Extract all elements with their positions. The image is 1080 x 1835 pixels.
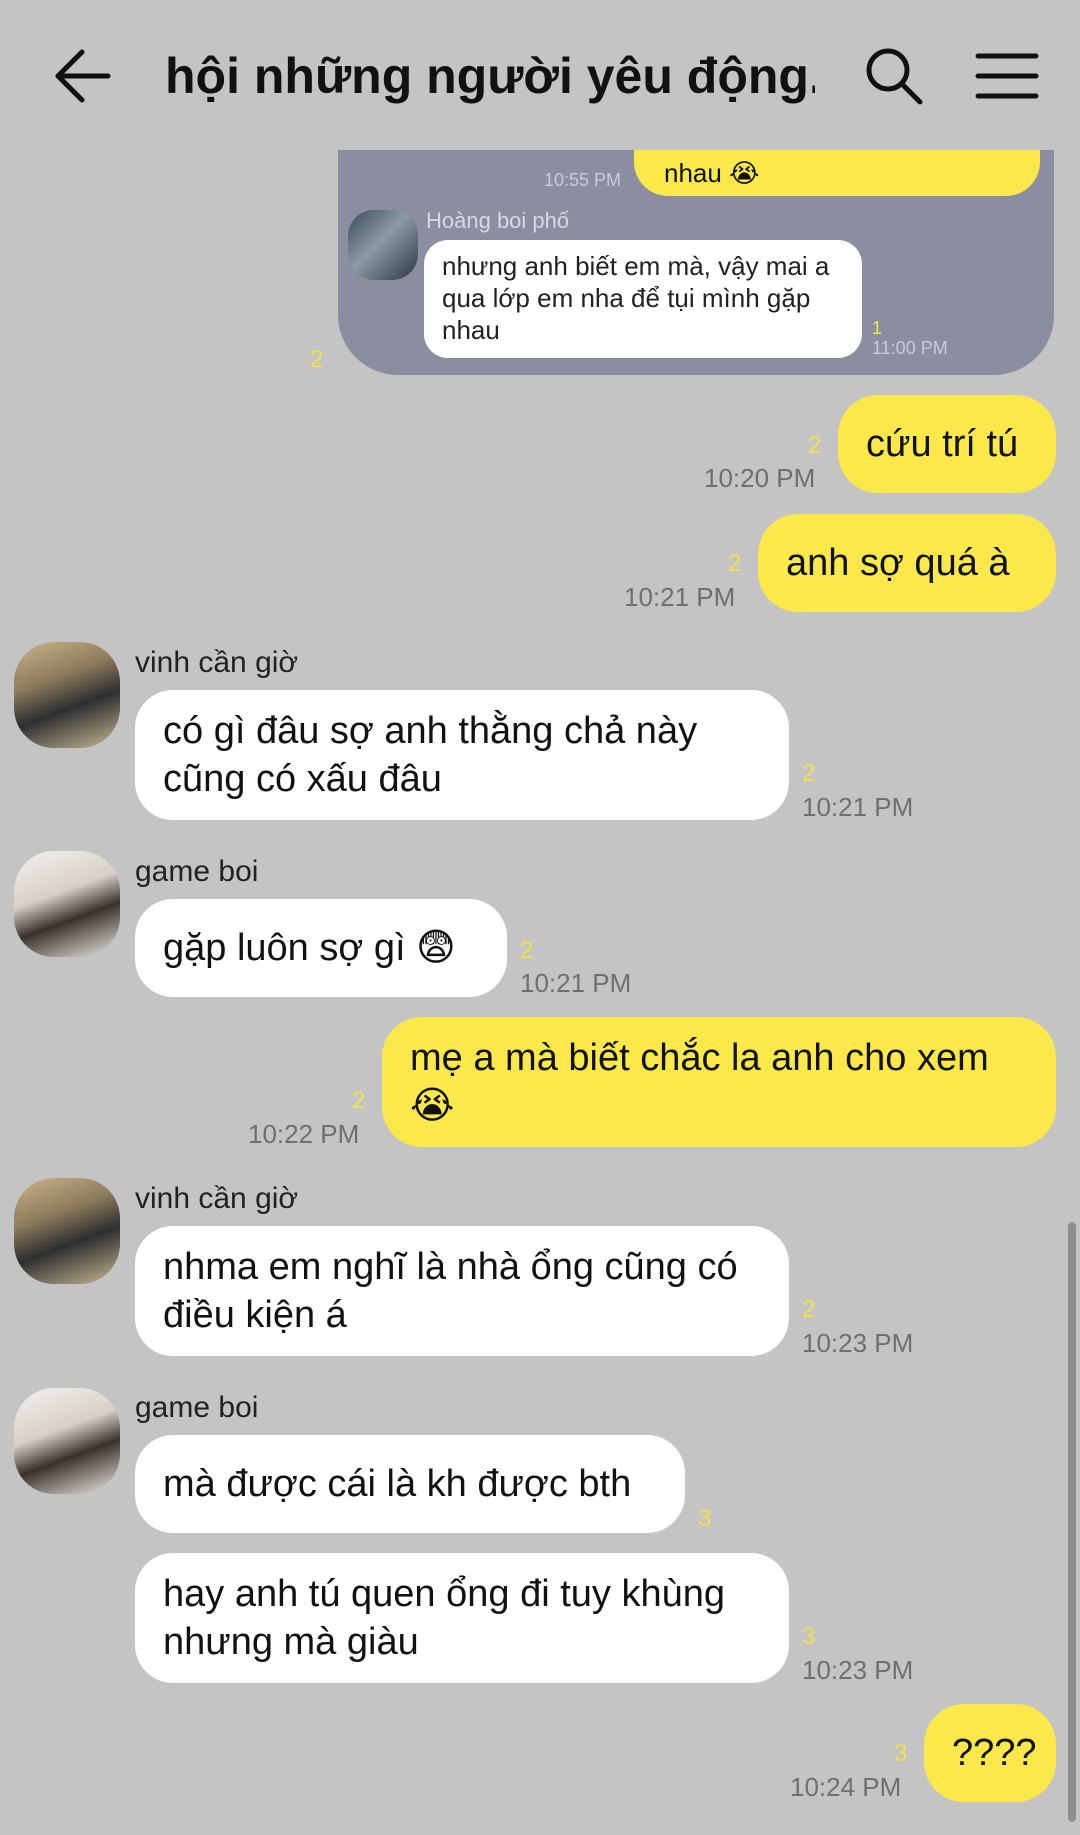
unread-count: 2 (802, 1296, 816, 1323)
incoming-message-bubble[interactable]: có gì đâu sợ anh thằng chả này cũng có x… (135, 690, 789, 820)
message-time: 10:24 PM (790, 1772, 902, 1802)
scrollbar[interactable] (1068, 1222, 1076, 1822)
incoming-message-bubble[interactable]: mà được cái là kh được bth (135, 1435, 685, 1533)
arrow-left-icon (55, 49, 111, 103)
back-button[interactable] (48, 44, 118, 108)
unread-count: 3 (894, 1740, 908, 1767)
incoming-message-bubble[interactable]: gặp luôn sợ gì 😨 (135, 899, 507, 997)
avatar[interactable] (14, 642, 120, 748)
outgoing-message-bubble[interactable]: ???? (924, 1704, 1056, 1802)
quoted-unread-count: 1 (872, 318, 883, 338)
message-time: 10:22 PM (248, 1119, 360, 1149)
message-text: hay anh tú quen ổng đi tuy khùng nhưng m… (163, 1573, 726, 1663)
message-time: 10:21 PM (520, 968, 632, 998)
message-time: 10:20 PM (704, 463, 816, 493)
message-text: ???? (952, 1732, 1037, 1774)
avatar[interactable] (14, 851, 120, 957)
avatar (348, 210, 418, 280)
message-text: nhma em nghĩ là nhà ổng cũng có điều kiệ… (163, 1246, 738, 1336)
quoted-previous-time: 10:55 PM (544, 170, 622, 190)
message-text: mẹ a mà biết chắc la anh cho xem 😭 (410, 1037, 989, 1127)
quoted-bubble: nhưng anh biết em mà, vậy mai a qua lớp … (424, 240, 862, 358)
message-text: có gì đâu sợ anh thằng chả này cũng có x… (163, 710, 698, 800)
quoted-time: 11:00 PM (872, 338, 948, 358)
message-time: 10:21 PM (802, 792, 914, 822)
unread-count: 2 (808, 432, 822, 459)
message-text: cứu trí tú (866, 423, 1019, 465)
message-time: 10:21 PM (624, 582, 736, 612)
quoted-previous-bubble: nhau 😭 (634, 150, 1040, 196)
unread-count: 2 (728, 550, 742, 577)
hamburger-menu-icon (975, 53, 1039, 99)
search-icon (866, 48, 923, 105)
unread-count: 3 (698, 1505, 712, 1532)
unread-count: 2 (802, 760, 816, 787)
message-text: anh sợ quá à (786, 542, 1010, 584)
message-time: 10:23 PM (802, 1655, 914, 1685)
message-text: gặp luôn sợ gì 😨 (163, 927, 456, 969)
avatar[interactable] (14, 1388, 120, 1494)
search-button[interactable] (862, 44, 926, 108)
unread-count: 3 (802, 1623, 816, 1650)
chat-title: hội những người yêu động... (165, 48, 815, 104)
sender-name: game boi (135, 1391, 259, 1424)
incoming-message-bubble[interactable]: hay anh tú quen ổng đi tuy khùng nhưng m… (135, 1553, 789, 1683)
outgoing-message-bubble[interactable]: cứu trí tú (838, 395, 1056, 493)
outgoing-message-bubble[interactable]: anh sợ quá à (758, 514, 1056, 612)
incoming-message-bubble[interactable]: nhma em nghĩ là nhà ổng cũng có điều kiệ… (135, 1226, 789, 1356)
quoted-sender-name: Hoàng boi phố (426, 208, 570, 233)
outgoing-message-bubble[interactable]: mẹ a mà biết chắc la anh cho xem 😭 (382, 1017, 1056, 1147)
message-text: mà được cái là kh được bth (163, 1463, 632, 1505)
sender-name: vinh cần giờ (135, 1182, 299, 1215)
sender-name: vinh cần giờ (135, 646, 299, 679)
unread-count: 2 (352, 1087, 366, 1114)
chat-header: hội những người yêu động... (0, 0, 1080, 150)
avatar[interactable] (14, 1178, 120, 1284)
unread-count: 2 (520, 937, 534, 964)
sender-name: game boi (135, 855, 259, 888)
menu-button[interactable] (972, 44, 1042, 108)
unread-count: 2 (310, 346, 324, 373)
message-time: 10:23 PM (802, 1328, 914, 1358)
quoted-message-preview[interactable]: nhau 😭 10:55 PM Hoàng boi phố nhưng anh … (338, 150, 1054, 375)
quoted-previous-text: nhau 😭 (664, 158, 760, 188)
quoted-text: nhưng anh biết em mà, vậy mai a qua lớp … (442, 251, 830, 345)
